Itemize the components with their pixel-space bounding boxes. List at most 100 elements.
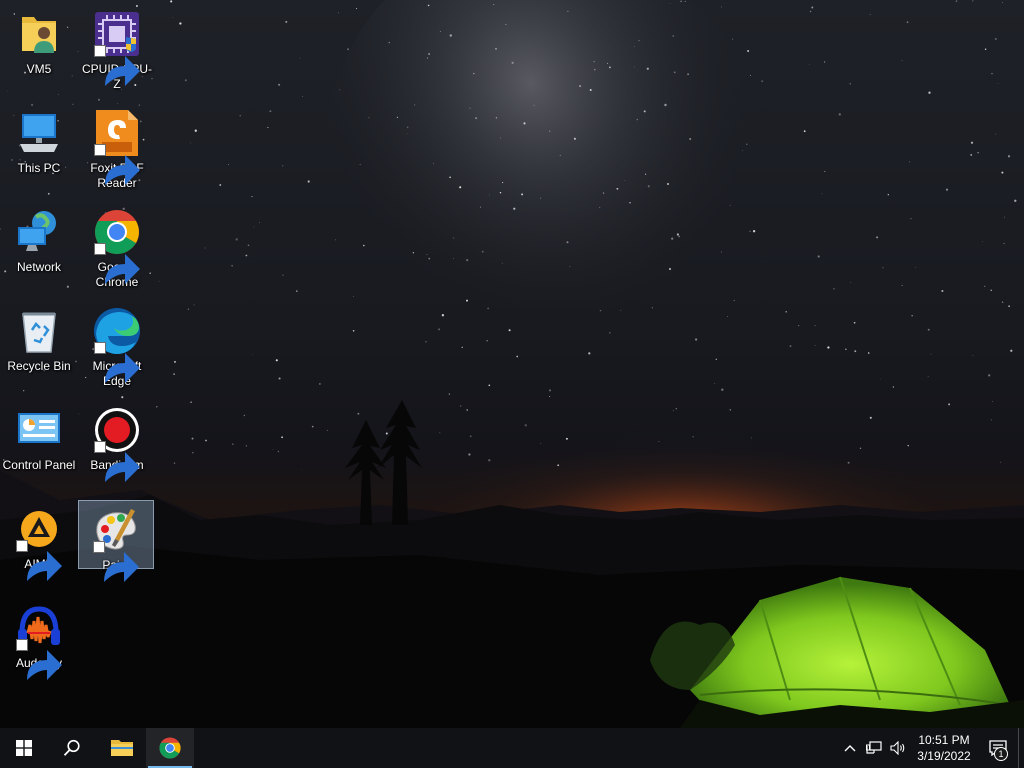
desktop-icon-microsoft-edge[interactable]: Microsoft Edge bbox=[79, 301, 155, 390]
desktop-icon-this-pc[interactable]: This PC bbox=[1, 103, 77, 177]
star bbox=[658, 441, 660, 442]
desktop-icon-control-panel[interactable]: Control Panel bbox=[1, 400, 77, 474]
star bbox=[479, 206, 482, 208]
star bbox=[487, 307, 489, 310]
star bbox=[1014, 199, 1017, 202]
taskbar-file-explorer[interactable] bbox=[98, 728, 146, 768]
star bbox=[406, 126, 409, 129]
star bbox=[645, 173, 647, 175]
star bbox=[1007, 155, 1011, 158]
cpuz-icon bbox=[92, 9, 142, 86]
star bbox=[495, 117, 498, 119]
star bbox=[761, 80, 764, 83]
star bbox=[749, 230, 751, 232]
network-status-button[interactable] bbox=[862, 728, 886, 768]
star bbox=[588, 352, 591, 355]
star bbox=[338, 12, 339, 14]
star bbox=[599, 206, 601, 208]
star bbox=[811, 6, 814, 9]
star bbox=[277, 450, 280, 453]
star bbox=[992, 401, 993, 403]
star bbox=[876, 236, 879, 239]
system-tray: 10:51 PM 3/19/2022 1 bbox=[838, 728, 1024, 768]
star bbox=[285, 20, 288, 23]
desktop-icon-label: VM5 bbox=[26, 62, 52, 76]
desktop-icon-recycle-bin[interactable]: Recycle Bin bbox=[1, 301, 77, 375]
start-button[interactable] bbox=[0, 728, 48, 768]
taskbar-google-chrome[interactable] bbox=[146, 728, 194, 768]
star bbox=[593, 60, 595, 63]
star bbox=[505, 23, 507, 26]
taskbar-clock[interactable]: 10:51 PM 3/19/2022 bbox=[910, 728, 978, 768]
star bbox=[501, 181, 504, 184]
speaker-icon bbox=[889, 741, 904, 755]
star bbox=[468, 453, 471, 456]
volume-button[interactable] bbox=[886, 728, 910, 768]
desktop-icon-audacity[interactable]: Audacity bbox=[1, 598, 77, 680]
star bbox=[694, 338, 698, 341]
star bbox=[486, 340, 488, 342]
shortcut-arrow-icon bbox=[94, 45, 140, 86]
star bbox=[994, 37, 997, 41]
star bbox=[676, 233, 680, 236]
star bbox=[945, 188, 949, 191]
star bbox=[363, 244, 365, 247]
star bbox=[930, 353, 932, 355]
star bbox=[901, 285, 903, 287]
star bbox=[647, 185, 650, 188]
star bbox=[441, 314, 445, 317]
star bbox=[239, 115, 241, 117]
star bbox=[428, 53, 430, 55]
star bbox=[245, 445, 247, 447]
desktop-icon-aimp[interactable]: AIMP bbox=[1, 499, 77, 581]
star bbox=[573, 137, 576, 140]
star bbox=[235, 238, 238, 241]
show-desktop-button[interactable] bbox=[1018, 728, 1024, 768]
star bbox=[589, 89, 592, 91]
star bbox=[7, 90, 8, 92]
star bbox=[184, 79, 187, 82]
network-wired-icon bbox=[866, 741, 882, 754]
desktop-icon-foxit-pdf-reader[interactable]: Foxit PDF Reader bbox=[79, 103, 155, 192]
star bbox=[228, 164, 230, 166]
star bbox=[269, 110, 272, 113]
star bbox=[460, 405, 462, 407]
desktop-icon-paint[interactable]: Paint bbox=[78, 500, 154, 582]
star bbox=[396, 116, 398, 118]
user-folder-icon bbox=[14, 9, 64, 59]
star bbox=[58, 93, 60, 95]
star bbox=[170, 0, 173, 3]
star bbox=[941, 289, 944, 293]
star bbox=[599, 309, 602, 312]
star bbox=[278, 377, 281, 380]
search-button[interactable] bbox=[48, 728, 96, 768]
star bbox=[158, 280, 160, 282]
desktop-icon-cpuid-cpu-z[interactable]: CPUID CPU-Z bbox=[79, 4, 155, 93]
star bbox=[243, 414, 246, 417]
star bbox=[453, 257, 455, 259]
star bbox=[984, 48, 987, 51]
star bbox=[995, 133, 997, 135]
star bbox=[1001, 171, 1004, 174]
desktop-icon-bandicam[interactable]: Bandicam bbox=[79, 400, 155, 482]
star bbox=[466, 409, 469, 411]
star bbox=[990, 289, 992, 292]
desktop-icon-network[interactable]: Network bbox=[1, 202, 77, 276]
star bbox=[909, 161, 911, 163]
desktop-icon-vm5[interactable]: VM5 bbox=[1, 4, 77, 78]
star bbox=[173, 462, 176, 464]
star bbox=[692, 436, 694, 438]
star bbox=[433, 163, 434, 164]
star bbox=[955, 0, 958, 2]
chrome-icon bbox=[159, 737, 181, 759]
show-hidden-icons-button[interactable] bbox=[838, 728, 862, 768]
star bbox=[680, 0, 682, 3]
star bbox=[1010, 349, 1013, 352]
star bbox=[906, 21, 909, 24]
star bbox=[508, 329, 511, 332]
desktop-icon-google-chrome[interactable]: Google Chrome bbox=[79, 202, 155, 291]
star bbox=[428, 257, 431, 260]
star bbox=[449, 176, 451, 179]
action-center-button[interactable]: 1 bbox=[978, 728, 1018, 768]
star bbox=[267, 126, 269, 129]
